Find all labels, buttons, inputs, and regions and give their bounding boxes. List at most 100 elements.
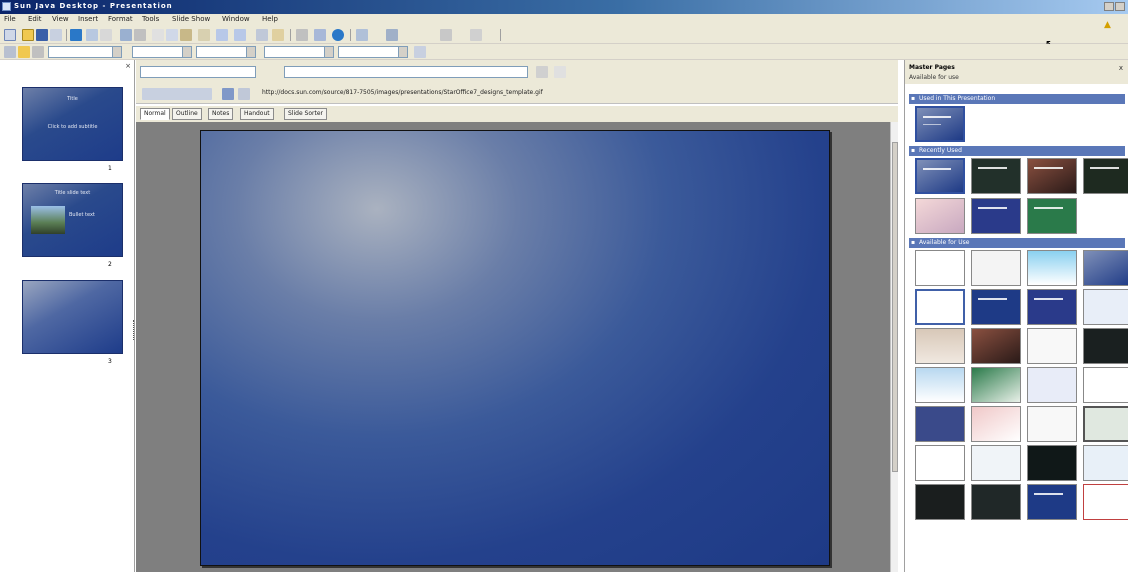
master-page-thumbnail[interactable] [971,484,1021,520]
help-icon[interactable] [332,29,344,41]
line-width-combo[interactable] [132,46,192,58]
master-page-thumbnail[interactable] [1027,328,1077,364]
close-icon[interactable]: x [1119,64,1123,72]
new-slide-icon[interactable] [440,29,452,41]
menu-tools[interactable]: Tools [142,15,159,23]
master-page-thumbnail[interactable] [915,198,965,234]
master-page-thumbnail[interactable] [971,198,1021,234]
redo-icon[interactable] [234,29,246,41]
line-color-combo[interactable] [196,46,256,58]
master-page-thumbnail[interactable] [1083,158,1128,194]
master-page-thumbnail[interactable] [1083,328,1128,364]
master-page-thumbnail[interactable] [915,328,965,364]
new-document-icon[interactable] [4,29,16,41]
menu-file[interactable]: File [4,15,16,23]
master-page-thumbnail[interactable] [915,250,965,286]
browse-icon[interactable] [222,88,234,100]
menu-edit[interactable]: Edit [28,15,42,23]
master-page-thumbnail[interactable] [915,484,965,520]
menu-insert[interactable]: Insert [78,15,98,23]
master-page-thumbnail[interactable] [1027,484,1077,520]
paste-icon[interactable] [180,29,192,41]
close-icon[interactable]: × [125,62,131,70]
master-page-thumbnail[interactable] [1027,198,1077,234]
zoom-combo[interactable] [284,66,528,78]
master-page-thumbnail[interactable] [915,406,965,442]
menu-slide-show[interactable]: Slide Show [172,15,210,23]
pane-splitter[interactable] [133,320,135,340]
tab-normal[interactable]: Normal [140,108,170,120]
tab-slide-sorter[interactable]: Slide Sorter [284,108,328,120]
export-pdf-icon[interactable] [86,29,98,41]
master-page-thumbnail[interactable] [971,250,1021,286]
email-icon[interactable] [50,29,62,41]
tab-notes[interactable]: Notes [208,108,234,120]
master-page-thumbnail[interactable] [915,445,965,481]
current-slide[interactable] [200,130,830,566]
cut-icon[interactable] [152,29,164,41]
master-page-thumbnail[interactable] [915,367,965,403]
print-icon[interactable] [100,29,112,41]
paragraph-icon[interactable] [536,66,548,78]
table-icon[interactable] [272,29,284,41]
master-page-thumbnail[interactable] [1027,445,1077,481]
slide-thumbnail[interactable]: Title Click to add subtitle [22,87,123,161]
slide-show-icon[interactable] [470,29,482,41]
master-page-thumbnail[interactable] [1027,158,1077,194]
line-icon[interactable] [18,46,30,58]
master-page-thumbnail[interactable] [1083,406,1128,442]
arrow-style-icon[interactable] [32,46,44,58]
undo-icon[interactable] [216,29,228,41]
master-page-thumbnail[interactable] [1083,289,1128,325]
chart-icon[interactable] [256,29,268,41]
spellcheck-icon[interactable] [120,29,132,41]
vertical-scrollbar[interactable] [890,122,898,572]
menu-window[interactable]: Window [222,15,250,23]
master-page-thumbnail[interactable] [1083,250,1128,286]
menu-format[interactable]: Format [108,15,133,23]
minimize-button[interactable] [1104,2,1114,11]
show-draw-functions-icon[interactable] [296,29,308,41]
save-icon[interactable] [36,29,48,41]
master-page-thumbnail[interactable] [1027,289,1077,325]
area-fill-combo[interactable] [338,46,408,58]
slide-thumbnail[interactable] [22,280,123,354]
shadow-icon[interactable] [414,46,426,58]
section-recently-used[interactable]: Recently Used [909,146,1125,156]
section-used-in-presentation[interactable]: Used in This Presentation [909,94,1125,104]
master-page-thumbnail[interactable] [1083,484,1128,520]
format-paintbrush-icon[interactable] [198,29,210,41]
menu-help[interactable]: Help [262,15,278,23]
area-style-combo[interactable] [264,46,334,58]
open-folder-icon[interactable] [22,29,34,41]
master-page-thumbnail[interactable] [971,158,1021,194]
master-page-thumbnail[interactable] [971,445,1021,481]
master-page-thumbnail[interactable] [915,289,965,325]
master-page-thumbnail[interactable] [971,367,1021,403]
master-page-thumbnail[interactable] [971,328,1021,364]
close-window-button[interactable] [1115,2,1125,11]
menu-view[interactable]: View [52,15,69,23]
master-page-thumbnail[interactable] [1027,367,1077,403]
autospell-icon[interactable] [134,29,146,41]
slide-design-icon[interactable] [386,29,398,41]
edit-file-icon[interactable] [70,29,82,41]
master-page-thumbnail[interactable] [915,106,965,142]
slide-layout-icon[interactable] [356,29,368,41]
style-icon[interactable] [4,46,16,58]
line-style-combo[interactable] [48,46,122,58]
link-icon[interactable] [238,88,250,100]
master-page-thumbnail[interactable] [1083,445,1128,481]
hyperlink-button[interactable] [142,88,212,100]
master-page-thumbnail[interactable] [1027,406,1077,442]
tab-outline[interactable]: Outline [172,108,202,120]
master-page-thumbnail[interactable] [1083,367,1128,403]
master-page-thumbnail[interactable] [971,406,1021,442]
section-available-for-use[interactable]: Available for Use [909,238,1125,248]
master-page-thumbnail[interactable] [915,158,965,194]
url-field[interactable]: http://docs.sun.com/source/817-7505/imag… [262,89,543,96]
slide-thumbnail[interactable]: Title slide text Bullet text [22,183,123,257]
master-page-thumbnail[interactable] [971,289,1021,325]
master-page-thumbnail[interactable] [1027,250,1077,286]
scrollbar-thumb[interactable] [892,142,898,472]
